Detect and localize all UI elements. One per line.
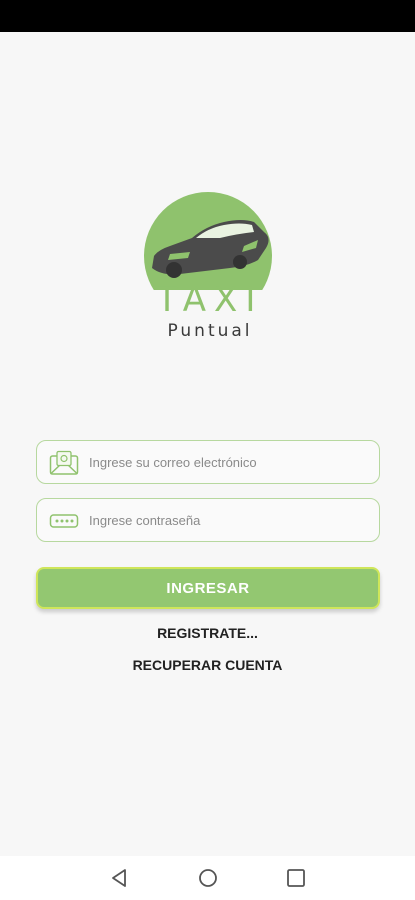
recent-apps-square-icon[interactable] <box>284 866 308 890</box>
recover-account-link[interactable]: RECUPERAR CUENTA <box>0 657 415 673</box>
password-icon <box>49 508 79 534</box>
back-triangle-icon[interactable] <box>107 866 131 890</box>
email-input[interactable] <box>89 441 369 483</box>
car-icon <box>144 192 272 290</box>
logo-subtitle: Puntual <box>167 321 253 341</box>
status-bar <box>0 0 415 32</box>
password-field[interactable] <box>36 498 380 542</box>
login-button[interactable]: INGRESAR <box>36 567 380 609</box>
password-input[interactable] <box>89 499 369 541</box>
home-circle-icon[interactable] <box>196 866 220 890</box>
email-field[interactable] <box>36 440 380 484</box>
navigation-bar <box>0 856 415 900</box>
register-link[interactable]: REGISTRATE... <box>0 625 415 641</box>
app-logo: TAXI Puntual <box>140 190 280 350</box>
envelope-icon <box>49 450 79 476</box>
logo-title: TAXI <box>156 280 264 320</box>
